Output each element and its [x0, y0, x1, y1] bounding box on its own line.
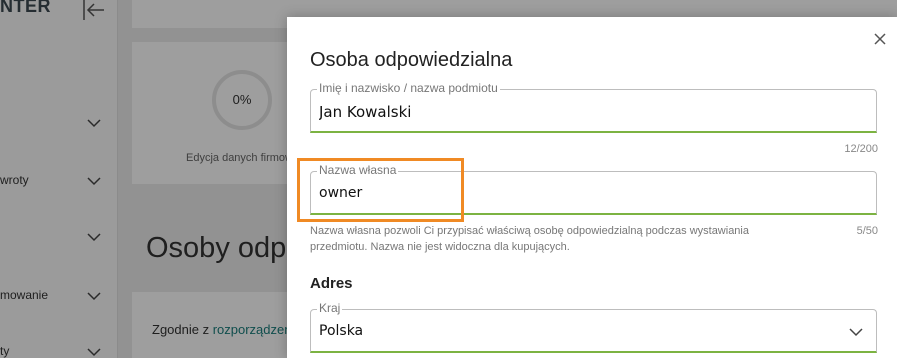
close-button[interactable]	[872, 31, 888, 47]
chevron-down-icon	[849, 328, 863, 337]
own-name-helper-text: Nazwa własna pozwoli Ci przypisać właści…	[310, 225, 749, 253]
close-icon	[874, 33, 886, 45]
name-char-counter: 12/200	[844, 143, 878, 155]
own-name-field-label: Nazwa własna	[317, 163, 399, 177]
own-name-input[interactable]	[319, 185, 859, 201]
name-input[interactable]	[319, 103, 859, 121]
responsible-person-modal: Osoba odpowiedzialna Imię i nazwisko / n…	[287, 17, 897, 358]
country-field-label: Kraj	[317, 301, 343, 315]
own-name-char-counter: 5/50	[856, 225, 878, 237]
country-select[interactable]: Kraj Polska	[310, 301, 877, 353]
address-heading: Adres	[310, 275, 353, 292]
country-value: Polska	[319, 323, 364, 339]
modal-title: Osoba odpowiedzialna	[310, 49, 513, 71]
name-field[interactable]: Imię i nazwisko / nazwa podmiotu	[310, 81, 877, 133]
own-name-field[interactable]: Nazwa własna	[310, 163, 877, 215]
name-field-label: Imię i nazwisko / nazwa podmiotu	[317, 81, 500, 95]
